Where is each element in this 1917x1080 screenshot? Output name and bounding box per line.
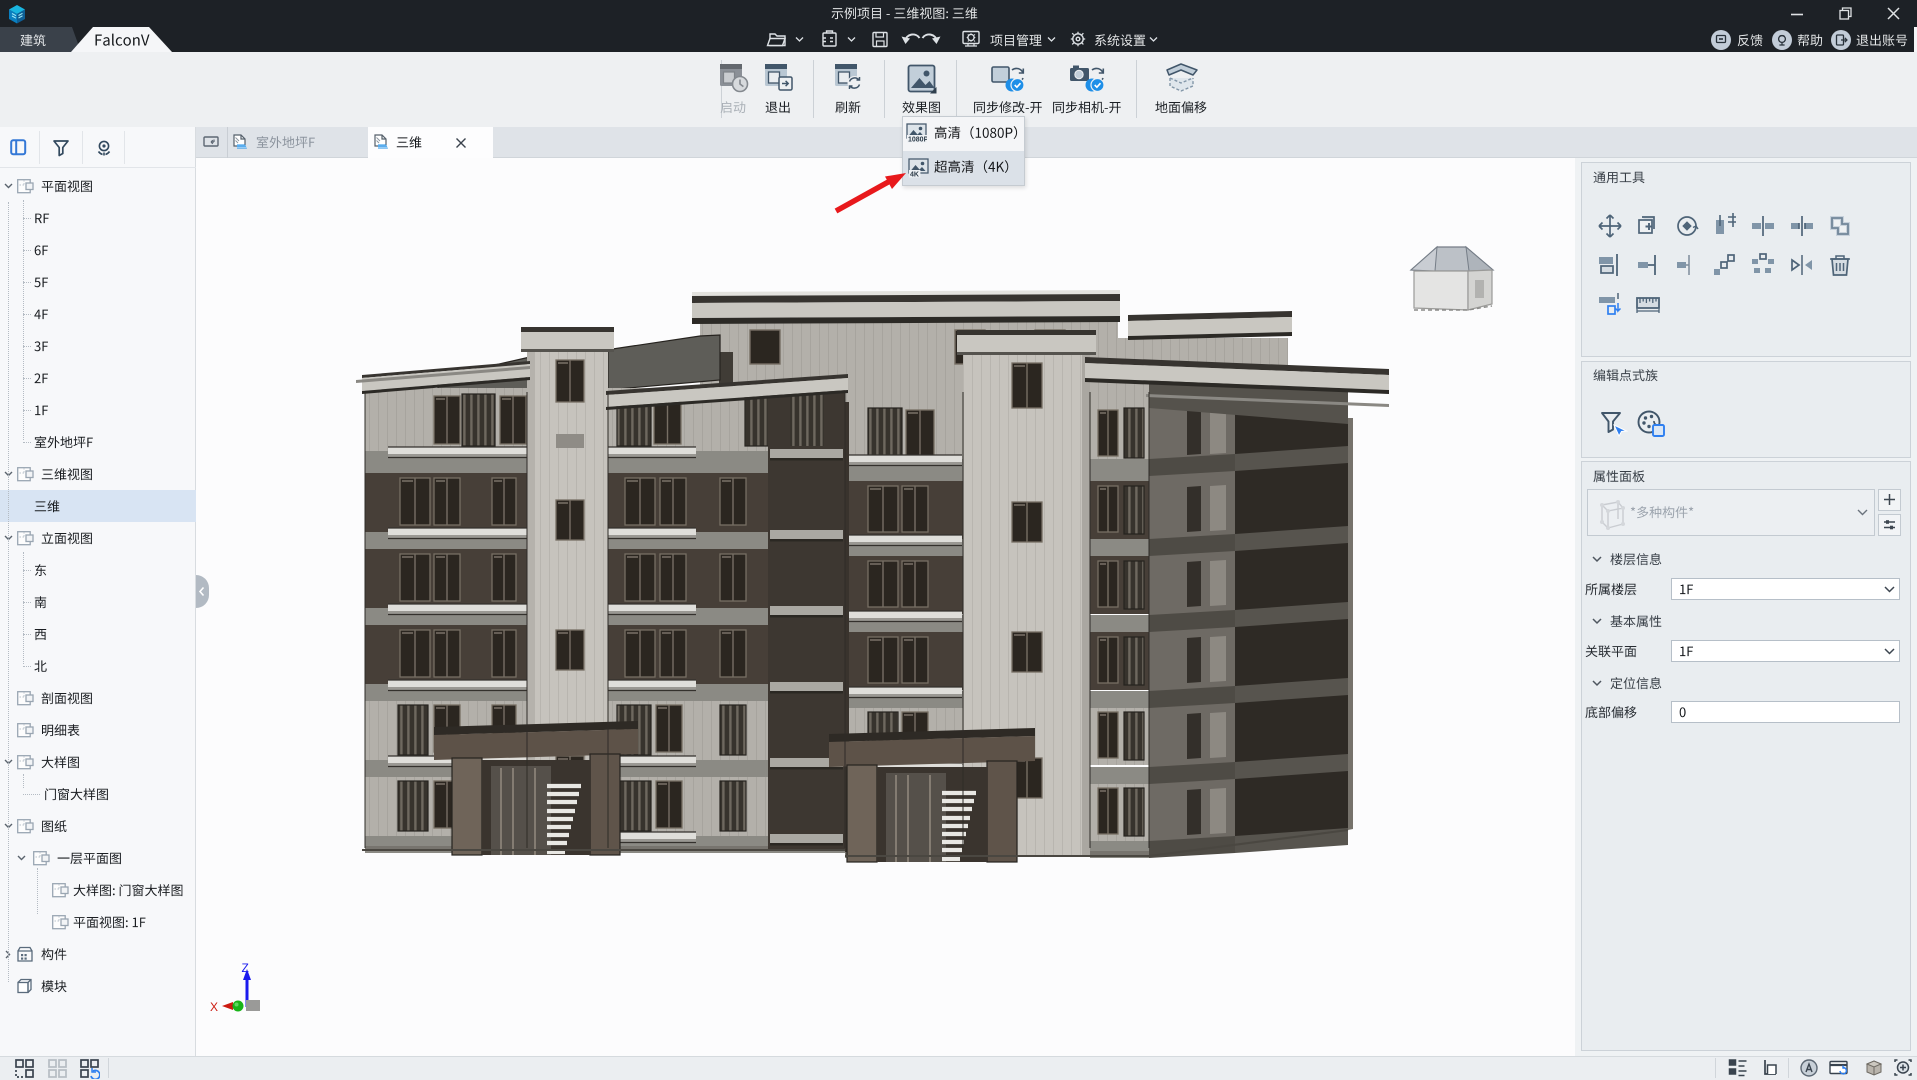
- svg-text:1080P: 1080P: [908, 137, 927, 143]
- svg-text:Z: Z: [242, 961, 249, 975]
- svg-text:X: X: [210, 1000, 218, 1014]
